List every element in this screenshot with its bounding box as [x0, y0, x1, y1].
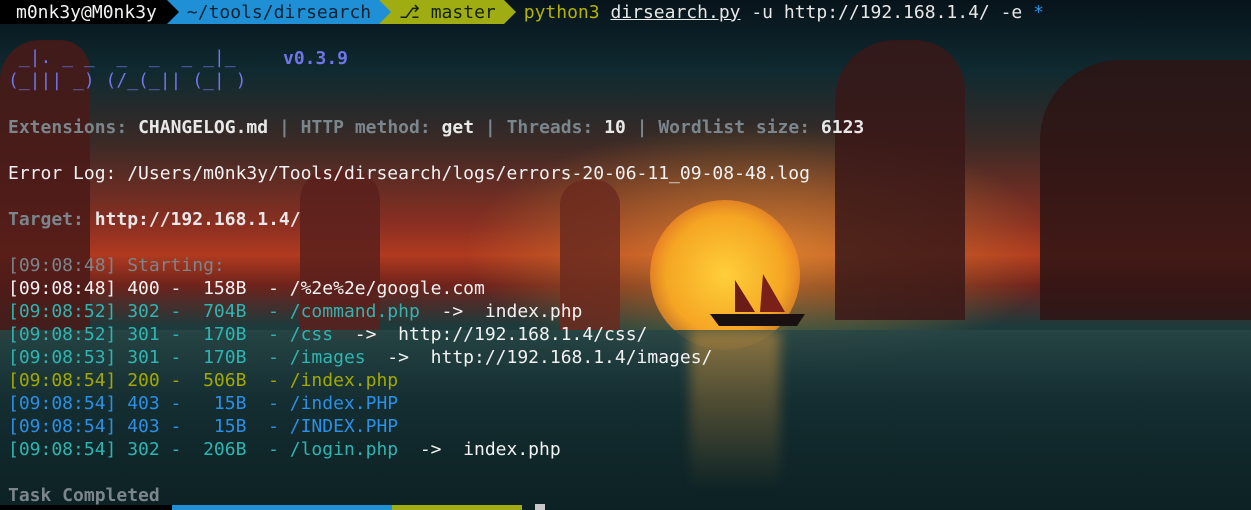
git-branch-icon: ⎇ [399, 1, 431, 23]
command-script: dirsearch.py [610, 1, 741, 23]
task-completed: Task Completed [8, 485, 160, 506]
separator: | [278, 117, 290, 138]
terminal-output: m0nk3y@M0nk3y ~/tools/dirsearch ⎇ master… [0, 0, 1251, 510]
target-label: Target: [8, 209, 84, 230]
prompt-user-host: m0nk3y@M0nk3y [0, 0, 179, 24]
result-row: [09:08:52] 301 - 170B - /css -> http://1… [8, 323, 647, 346]
result-text: [09:08:54] 200 - 506B - /index.php [8, 370, 399, 391]
result-row: [09:08:48] 400 - 158B - /%2e%2e/google.c… [8, 277, 485, 300]
command-line[interactable]: python3 dirsearch.py -u http://192.168.1… [504, 0, 1044, 24]
config-line: Extensions: CHANGELOG.md | HTTP method: … [8, 116, 864, 139]
threads-value: 10 [604, 117, 626, 138]
result-text: [09:08:48] 400 - 158B - /%2e%2e/google.c… [8, 278, 485, 299]
prompt-git: ⎇ master [379, 0, 516, 24]
prompt-directory-text: ~/tools/dirsearch [186, 1, 372, 23]
result-redirect: -> index.php [419, 301, 583, 322]
result-row: [09:08:54] 200 - 506B - /index.php [8, 369, 398, 392]
method-value: get [441, 117, 475, 138]
result-row: [09:08:53] 301 - 170B - /images -> http:… [8, 346, 712, 369]
result-row: [09:08:52] 302 - 704B - /command.php -> … [8, 300, 582, 323]
command-python: python3 [523, 1, 600, 23]
result-text: [09:08:52] 301 - 170B - /css [8, 324, 334, 345]
result-redirect: -> http://192.168.1.4/images/ [365, 347, 713, 368]
banner-version: v0.3.9 [283, 48, 349, 69]
result-redirect: -> index.php [398, 439, 561, 460]
prompt-user-host-text: m0nk3y@M0nk3y [16, 1, 157, 23]
wordlist-label: Wordlist size: [658, 117, 811, 138]
prompt-git-branch: master [430, 1, 496, 23]
prompt-separator-icon [166, 0, 179, 24]
result-text: [09:08:54] 403 - 15B - /INDEX.PHP [8, 416, 399, 437]
result-text: [09:08:53] 301 - 170B - /images [8, 347, 366, 368]
result-row: [09:08:54] 403 - 15B - /index.PHP [8, 392, 398, 415]
prompt-directory: ~/tools/dirsearch [166, 0, 392, 24]
threads-label: Threads: [506, 117, 594, 138]
result-text: [09:08:54] 302 - 206B - /login.php [8, 439, 399, 460]
error-log-line: Error Log: /Users/m0nk3y/Tools/dirsearch… [8, 163, 810, 184]
result-redirect: -> http://192.168.1.4/css/ [333, 324, 648, 345]
starting-line: [09:08:48] Starting: [8, 255, 225, 276]
result-row: [09:08:54] 403 - 15B - /INDEX.PHP [8, 415, 398, 438]
next-prompt-git-segment [392, 505, 522, 510]
command-star: * [1033, 1, 1044, 23]
target-line: Target: http://192.168.1.4/ [8, 208, 301, 231]
next-prompt-user-segment [0, 505, 172, 510]
next-prompt-dir-segment [172, 505, 392, 510]
prompt-separator-icon [503, 0, 516, 24]
banner-ascii-line1: _|. _ _ _ _ _ _|_ [8, 47, 236, 68]
result-text: [09:08:54] 403 - 15B - /index.PHP [8, 393, 399, 414]
result-text: [09:08:52] 302 - 704B - /command.php [8, 301, 420, 322]
shell-prompt: m0nk3y@M0nk3y ~/tools/dirsearch ⎇ master… [0, 0, 1044, 24]
command-args: -u http://192.168.1.4/ -e [751, 1, 1023, 23]
next-prompt-bar [0, 505, 522, 510]
prompt-separator-icon [379, 0, 392, 24]
text-cursor[interactable] [535, 504, 545, 510]
separator: | [484, 117, 496, 138]
banner-ascii-line2: (_||| _) (/_(_|| (_| ) [8, 70, 247, 91]
ext-value: CHANGELOG.md [138, 117, 269, 138]
separator: | [636, 117, 648, 138]
ext-label: Extensions: [8, 117, 128, 138]
result-row: [09:08:54] 302 - 206B - /login.php -> in… [8, 438, 561, 461]
wordlist-value: 6123 [820, 117, 865, 138]
target-value: http://192.168.1.4/ [94, 209, 301, 230]
method-label: HTTP method: [300, 117, 431, 138]
